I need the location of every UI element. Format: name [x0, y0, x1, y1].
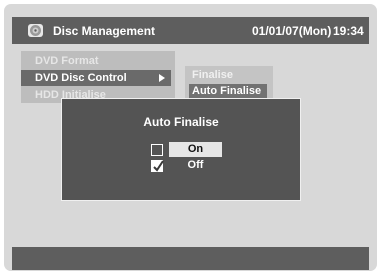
header-bar: Disc Management 01/01/07(Mon) 19:34 [12, 17, 369, 44]
main-menu: DVD Format DVD Disc Control HDD Initiali… [21, 51, 175, 103]
disc-icon [28, 24, 43, 37]
header-time: 19:34 [333, 24, 364, 38]
footer-bar [12, 247, 369, 270]
arrow-right-icon [159, 74, 165, 82]
header-date: 01/01/07(Mon) [252, 24, 332, 38]
option-off[interactable]: Off [169, 158, 222, 173]
screen: Disc Management 01/01/07(Mon) 19:34 DVD … [4, 4, 377, 271]
menu-item-dvd-disc-control[interactable]: DVD Disc Control [21, 70, 171, 86]
checkbox-on[interactable] [151, 144, 163, 156]
option-on[interactable]: On [169, 142, 222, 157]
auto-finalise-dialog: Auto Finalise On Off [61, 98, 301, 201]
submenu-item-auto-finalise[interactable]: Auto Finalise [189, 84, 267, 99]
menu-item-dvd-format[interactable]: DVD Format [21, 53, 175, 69]
checkmark-icon [153, 160, 164, 172]
submenu: Finalise Auto Finalise [185, 66, 273, 100]
submenu-item-finalise[interactable]: Finalise [189, 68, 267, 83]
menu-item-label: DVD Disc Control [35, 72, 127, 84]
dialog-title: Auto Finalise [143, 115, 219, 129]
header-title: Disc Management [53, 24, 156, 38]
checkbox-off[interactable] [151, 160, 164, 172]
